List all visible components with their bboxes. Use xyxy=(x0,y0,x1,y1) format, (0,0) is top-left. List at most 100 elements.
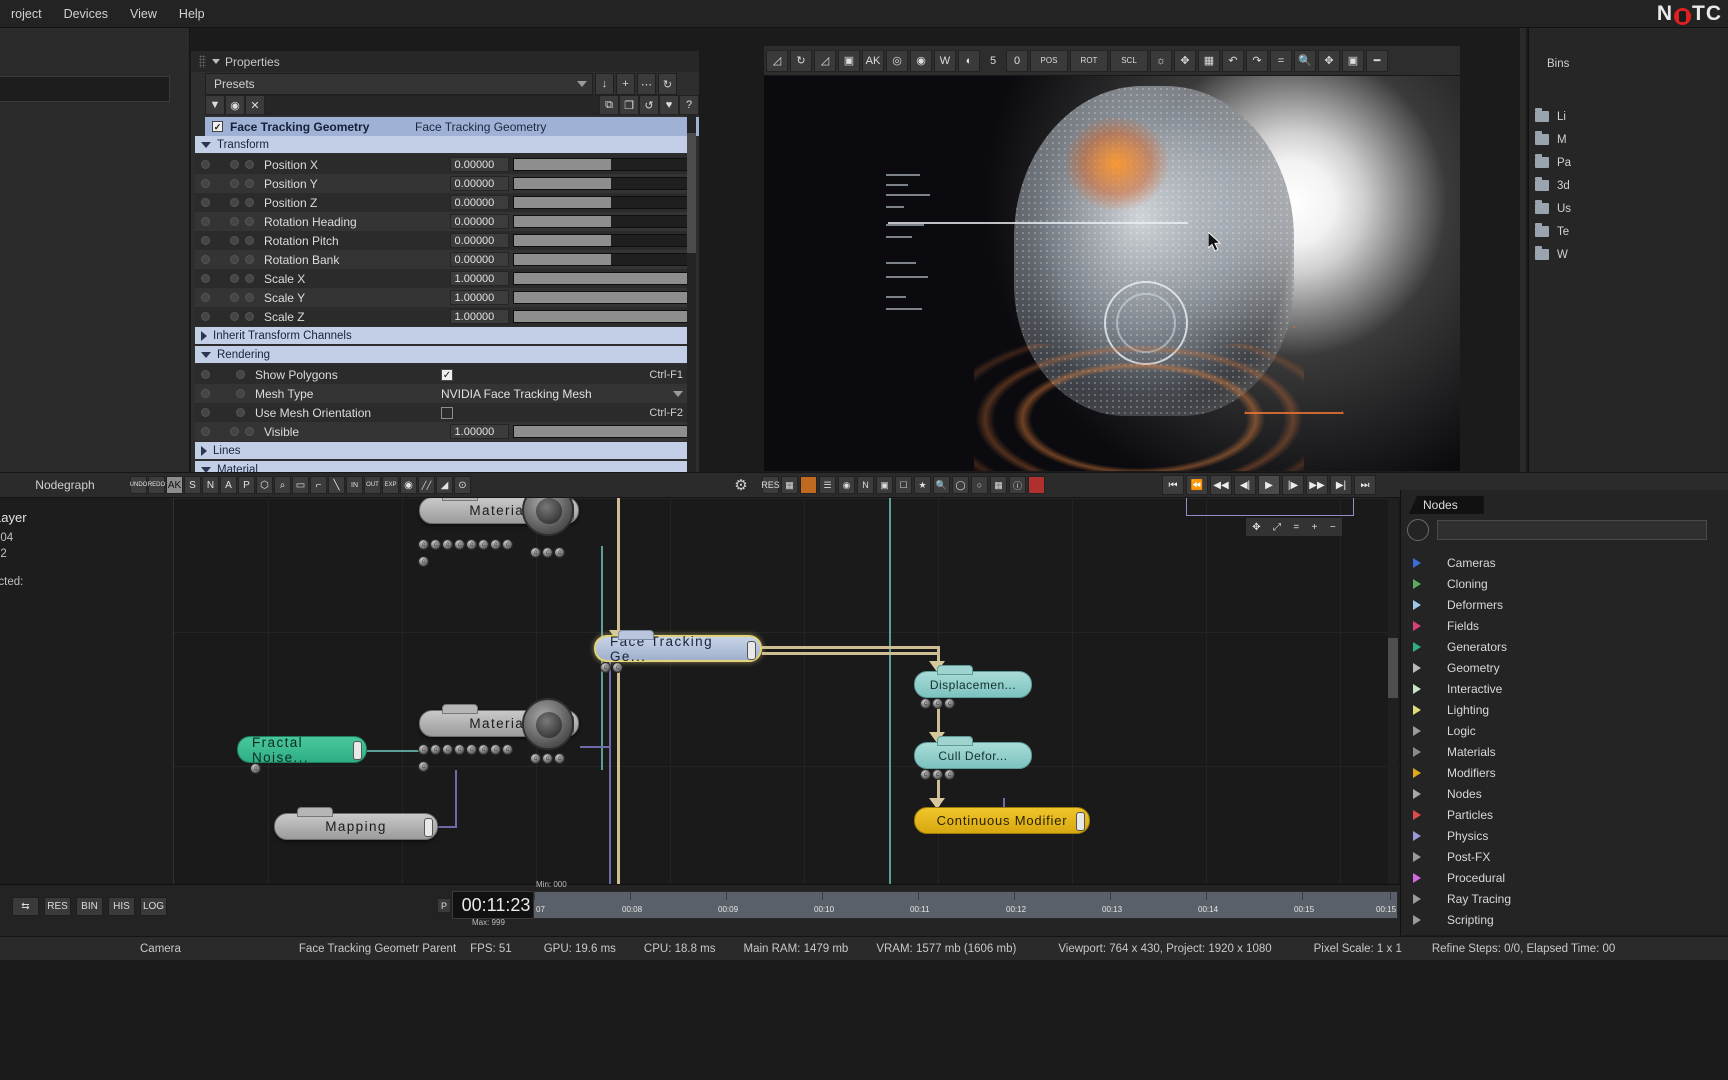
search-icon[interactable]: 🔍 xyxy=(1294,49,1316,72)
timeline-ruler[interactable]: Min: 000 Max: 999 07 00:08 00:09 00:10 0… xyxy=(472,880,1398,927)
world-icon[interactable]: W xyxy=(934,49,956,72)
clone-icon[interactable]: ◉ xyxy=(400,476,417,494)
port-icon[interactable]: c xyxy=(554,547,565,558)
port-icon[interactable]: c xyxy=(490,744,501,755)
node-output-plug[interactable] xyxy=(1076,812,1085,831)
layers-icon[interactable]: ☰ xyxy=(819,476,836,494)
straight-wire-icon[interactable]: ╲ xyxy=(328,476,345,494)
node-ports-material-top[interactable]: cc cc cc cc xyxy=(418,539,513,550)
property-slider[interactable] xyxy=(513,310,691,323)
preset-more-button[interactable]: ⋯ xyxy=(637,73,656,95)
chevron-right-icon[interactable] xyxy=(1413,557,1421,568)
redo-icon[interactable]: REDO xyxy=(148,476,165,494)
chevron-right-icon[interactable] xyxy=(1413,578,1421,589)
grid-snap-value-5[interactable]: 5 xyxy=(982,50,1004,72)
object-enabled-checkbox[interactable]: ✓ xyxy=(212,121,223,132)
port-icon[interactable]: c xyxy=(478,744,489,755)
envelope-dot-icon[interactable] xyxy=(236,370,245,379)
category-post-fx[interactable]: Post-FX xyxy=(1407,846,1723,867)
node-ports-face-tracking[interactable]: cc xyxy=(600,662,623,673)
node-continuous-modifier[interactable]: Continuous Modifier xyxy=(914,807,1090,834)
node-ports-displacement[interactable]: cc c xyxy=(920,698,955,709)
envelope-dot-icon[interactable] xyxy=(244,293,254,302)
left-panel-search-input[interactable] xyxy=(0,76,170,102)
property-value[interactable]: 1.00000 xyxy=(449,309,510,324)
fit-icon[interactable]: ✥ xyxy=(1318,49,1340,72)
modifier-dot-icon[interactable] xyxy=(229,293,239,302)
star-icon[interactable]: ★ xyxy=(914,476,931,494)
link-icon[interactable]: ◐ xyxy=(958,49,980,72)
port-icon[interactable]: c xyxy=(442,539,453,550)
keyframe-dot-icon[interactable] xyxy=(201,255,210,264)
nvidia-icon[interactable]: N xyxy=(857,476,874,494)
bin-row[interactable]: 3d xyxy=(1529,175,1728,196)
show-polygons-checkbox[interactable]: ✓ xyxy=(441,368,453,381)
log-button[interactable]: LOG xyxy=(140,897,167,916)
modifier-dot-icon[interactable] xyxy=(229,236,239,245)
node-displacement[interactable]: Displacemen... xyxy=(914,665,1032,698)
color-icon[interactable] xyxy=(800,476,817,494)
port-icon[interactable]: c xyxy=(430,539,441,550)
envelope-dot-icon[interactable] xyxy=(244,236,254,245)
property-slider[interactable] xyxy=(513,234,691,247)
envelope-dot-icon[interactable] xyxy=(244,198,254,207)
chevron-right-icon[interactable] xyxy=(1413,767,1421,778)
paste-icon[interactable]: ❐ xyxy=(619,95,639,115)
property-value[interactable]: 0.00000 xyxy=(449,214,510,229)
property-value[interactable]: 0.00000 xyxy=(449,176,510,191)
port-icon[interactable]: c xyxy=(430,744,441,755)
category-physics[interactable]: Physics xyxy=(1407,825,1723,846)
port-icon[interactable]: c xyxy=(466,539,477,550)
properties-object-header[interactable]: ✓ Face Tracking Geometry Face Tracking G… xyxy=(205,117,699,136)
modifier-dot-icon[interactable] xyxy=(229,255,239,264)
category-geometry[interactable]: Geometry xyxy=(1407,657,1723,678)
category-fields[interactable]: Fields xyxy=(1407,615,1723,636)
property-value[interactable]: 1.00000 xyxy=(449,424,510,439)
node-cull-deformer[interactable]: Cull Defor... xyxy=(914,736,1032,769)
bin-row[interactable]: Us xyxy=(1529,198,1728,219)
port-icon[interactable]: c xyxy=(932,769,943,780)
resolution-icon[interactable]: RES xyxy=(761,476,780,494)
group-header-inherit-transform-channels[interactable]: Inherit Transform Channels xyxy=(195,327,691,344)
output-icon[interactable]: OUT xyxy=(364,476,381,494)
node-fractal-noise[interactable]: Fractal Noise... xyxy=(237,735,367,765)
filter-circle-icon[interactable] xyxy=(1407,519,1429,541)
search-icon[interactable]: 🔍 xyxy=(933,476,950,494)
envelope-dot-icon[interactable] xyxy=(244,274,254,283)
mask-icon[interactable]: ▣ xyxy=(876,476,893,494)
timecode-display[interactable]: 00:11:23 xyxy=(452,891,540,919)
chevron-down-icon[interactable] xyxy=(577,81,587,87)
property-row-mesh-type[interactable]: Mesh Type NVIDIA Face Tracking Mesh xyxy=(195,384,691,403)
preset-add-button[interactable]: + xyxy=(616,73,635,95)
node-toggle[interactable]: N xyxy=(202,476,219,494)
gear-icon[interactable]: ⬡ xyxy=(256,476,273,494)
panel-splitter[interactable] xyxy=(1520,28,1526,472)
property-row-use-mesh-orientation[interactable]: Use Mesh Orientation Ctrl-F2 xyxy=(195,403,691,422)
grid-snap-value-0[interactable]: 0 xyxy=(1006,49,1028,72)
property-slider[interactable] xyxy=(513,253,691,266)
keyframe-dot-icon[interactable] xyxy=(201,312,210,321)
property-slider[interactable] xyxy=(513,272,691,285)
minus-icon[interactable]: − xyxy=(1330,522,1336,533)
property-value[interactable]: 0.00000 xyxy=(449,252,510,267)
port-icon[interactable]: c xyxy=(554,753,565,764)
category-logic[interactable]: Logic xyxy=(1407,720,1723,741)
next-frame-button[interactable]: |▶ xyxy=(1282,475,1304,495)
property-value[interactable]: 0.00000 xyxy=(449,157,510,172)
fast-forward-button[interactable]: ▶▶ xyxy=(1306,475,1328,495)
property-row-scale-x[interactable]: Scale X 1.00000 xyxy=(195,269,691,288)
viewport-3d[interactable] xyxy=(764,76,1460,471)
pos-toggle[interactable]: POS xyxy=(1030,49,1068,72)
chevron-right-icon[interactable] xyxy=(1413,914,1421,925)
category-particles[interactable]: Particles xyxy=(1407,804,1723,825)
rewind-button[interactable]: ◀◀ xyxy=(1210,475,1232,495)
favorite-icon[interactable]: ♥ xyxy=(659,95,679,115)
chevron-right-icon[interactable] xyxy=(1413,620,1421,631)
port-icon[interactable]: c xyxy=(932,698,943,709)
property-slider[interactable] xyxy=(513,425,691,438)
chevron-right-icon[interactable] xyxy=(1413,599,1421,610)
property-slider[interactable] xyxy=(513,177,691,190)
modifier-dot-icon[interactable] xyxy=(229,179,239,188)
axis-icon[interactable]: ◿ xyxy=(766,49,788,72)
modifier-dot-icon[interactable] xyxy=(229,160,239,169)
